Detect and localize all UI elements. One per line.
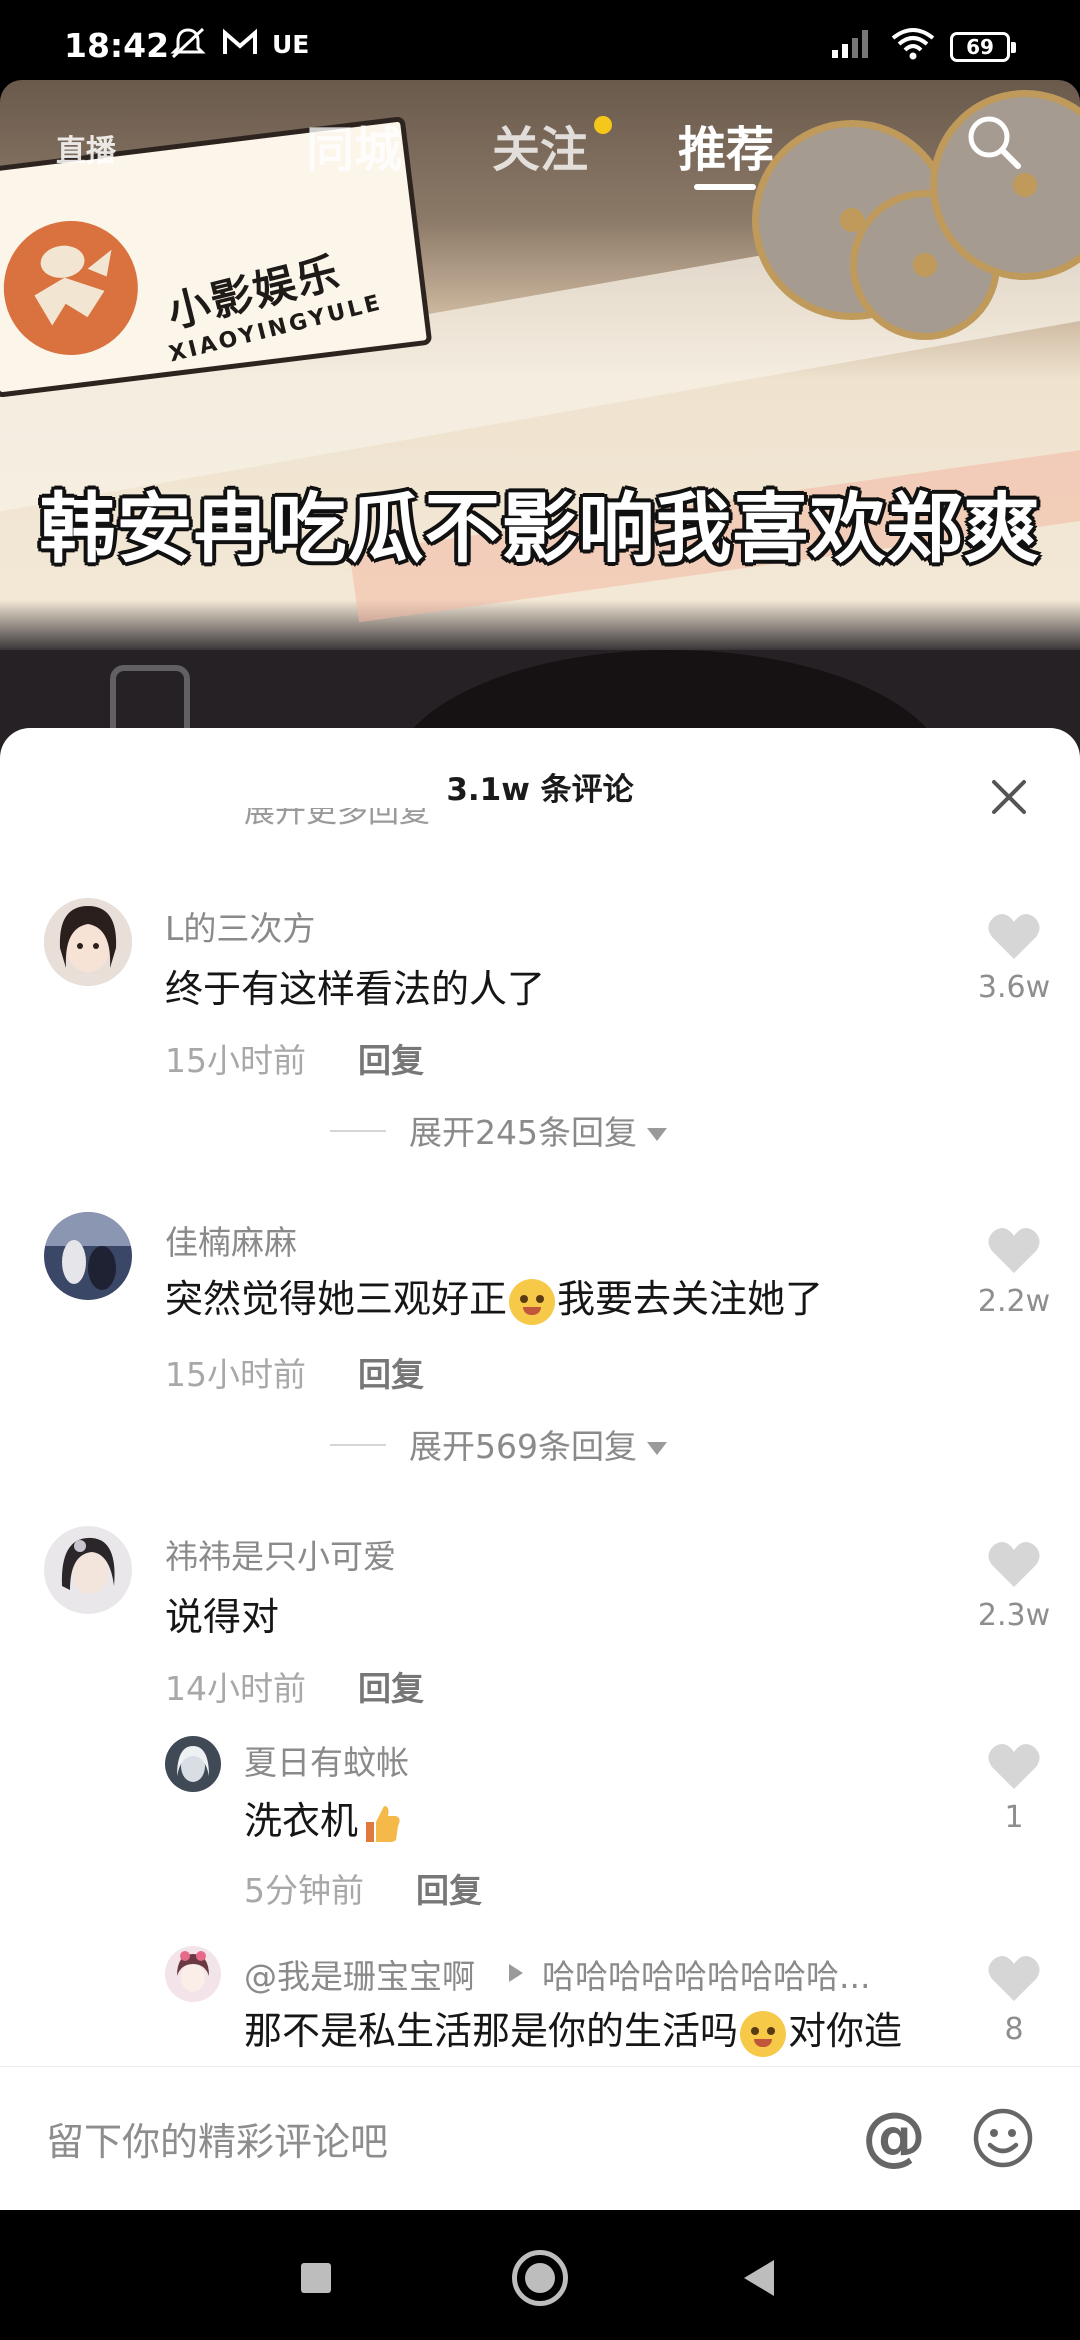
avatar[interactable] <box>165 1736 221 1792</box>
reply-button[interactable]: 回复 <box>358 1662 424 1710</box>
comment-username[interactable]: 夏日有蚊帐 <box>244 1736 409 1784</box>
comments-sheet: 3.1w 条评论 展开更多回复 L的三次方 终于有这样看法的人了 15小时前 回… <box>0 728 1080 2210</box>
comment-username[interactable]: @我是珊宝宝啊 <box>244 1950 475 1998</box>
expand-divider <box>330 1444 386 1446</box>
carrier-label: UE <box>272 30 310 59</box>
home-icon[interactable] <box>512 2250 568 2306</box>
comments-count-title: 3.1w 条评论 <box>446 772 634 808</box>
mute-icon <box>170 27 206 59</box>
comment-text-part: 突然觉得她三观好正 <box>165 1277 508 1321</box>
reply-arrow-icon <box>509 1964 523 1982</box>
mention-button[interactable]: @ <box>862 2105 926 2169</box>
reply-to-text: 哈哈哈哈哈哈哈哈哈... <box>542 1957 871 1996</box>
avatar[interactable] <box>44 1526 132 1614</box>
comment-item: 佳楠麻麻 突然觉得她三观好正 我要去关注她了 15小时前 回复 2.2w 展开56… <box>0 1212 1080 1512</box>
tab-active-indicator <box>694 184 756 190</box>
comment-time: 15小时前 <box>165 1041 306 1080</box>
reply-button[interactable]: 回复 <box>416 1864 482 1912</box>
heart-icon[interactable] <box>986 1954 1042 2004</box>
heart-icon[interactable] <box>986 912 1042 962</box>
channel-logo <box>0 213 146 363</box>
close-icon[interactable] <box>984 772 1034 822</box>
comment-text: 终于有这样看法的人了 <box>165 967 546 1011</box>
reply-button[interactable]: 回复 <box>358 1348 424 1396</box>
like-count: 2.3w <box>977 1598 1051 1633</box>
recents-icon[interactable] <box>301 2263 331 2293</box>
status-bar: 18:42 UE 69 <box>0 0 1080 80</box>
search-icon[interactable] <box>964 112 1024 172</box>
signal-icon <box>832 30 868 58</box>
reply-item: 夏日有蚊帐 洗衣机 5分钟前 回复 1 <box>0 1736 1080 1936</box>
comment-text: 洗衣机 <box>244 1790 402 1846</box>
comment-time: 5分钟前 <box>244 1871 364 1910</box>
back-icon[interactable] <box>744 2260 774 2296</box>
comment-text: 那不是私生活那是你的生活吗 对你造 <box>244 2000 902 2057</box>
chevron-down-icon <box>647 1128 667 1141</box>
comment-time: 15小时前 <box>165 1355 306 1394</box>
heart-icon[interactable] <box>986 1742 1042 1792</box>
reply-button[interactable]: 回复 <box>358 1034 424 1082</box>
tab-live[interactable]: 直播 <box>56 126 116 170</box>
comment-text-part: 那不是私生活那是你的生活吗 <box>244 2009 739 2053</box>
heart-icon[interactable] <box>986 1226 1042 1276</box>
comment-text-part: 对你造 <box>788 2009 903 2053</box>
comment-username[interactable]: L的三次方 <box>165 902 315 950</box>
like-count: 1 <box>1004 1800 1024 1835</box>
video-caption: 韩安冉吃瓜不影响我喜欢郑爽 <box>39 484 1041 573</box>
tab-local[interactable]: 同城 <box>306 110 402 180</box>
chevron-down-icon <box>647 1442 667 1455</box>
comment-text: 突然觉得她三观好正 我要去关注她了 <box>165 1268 823 1325</box>
battery-icon: 69 <box>950 32 1016 62</box>
video-player[interactable]: 小影娱乐 XIAOYINGYULE 直播 同城 关注 推荐 韩安冉吃瓜不影响我喜… <box>0 80 1080 760</box>
like-count: 2.2w <box>977 1284 1051 1319</box>
expand-divider <box>330 1130 386 1132</box>
avatar[interactable] <box>165 1946 221 2002</box>
laughing-emoji-icon <box>740 2010 787 2057</box>
mail-icon <box>223 28 257 54</box>
wifi-icon <box>891 28 935 60</box>
expand-replies-label: 展开569条回复 <box>409 1427 637 1466</box>
pleading-face-emoji-icon <box>509 1278 556 1325</box>
like-count: 3.6w <box>977 970 1051 1005</box>
comment-username[interactable]: 祎祎是只小可爱 <box>165 1530 396 1578</box>
status-time: 18:42 <box>64 26 170 65</box>
comment-text-part: 洗衣机 <box>244 1799 359 1843</box>
heart-icon[interactable] <box>986 1540 1042 1590</box>
system-nav-bar <box>0 2210 1080 2340</box>
comment-time: 14小时前 <box>165 1669 306 1708</box>
avatar[interactable] <box>44 1212 132 1300</box>
partial-expand-text: 展开更多回复 <box>244 808 430 830</box>
comment-username[interactable]: 佳楠麻麻 <box>165 1216 297 1264</box>
feed-tabs: 直播 同城 关注 推荐 <box>0 80 1080 190</box>
avatar[interactable] <box>44 898 132 986</box>
expand-replies-label: 展开245条回复 <box>409 1113 637 1152</box>
comment-text-part: 我要去关注她了 <box>557 1277 824 1321</box>
thumbs-up-emoji-icon <box>366 1805 400 1842</box>
comment-input-bar: 留下你的精彩评论吧 @ <box>0 2066 1080 2210</box>
emoji-button-icon[interactable] <box>972 2107 1034 2169</box>
like-count: 8 <box>1004 2012 1024 2047</box>
comment-text: 说得对 <box>165 1595 280 1639</box>
tab-follow[interactable]: 关注 <box>492 110 588 180</box>
tab-recommend[interactable]: 推荐 <box>678 110 774 180</box>
comment-input[interactable]: 留下你的精彩评论吧 <box>46 2111 388 2166</box>
follow-notification-dot <box>594 116 612 134</box>
comment-item: L的三次方 终于有这样看法的人了 15小时前 回复 3.6w 展开245条回复 <box>0 898 1080 1198</box>
